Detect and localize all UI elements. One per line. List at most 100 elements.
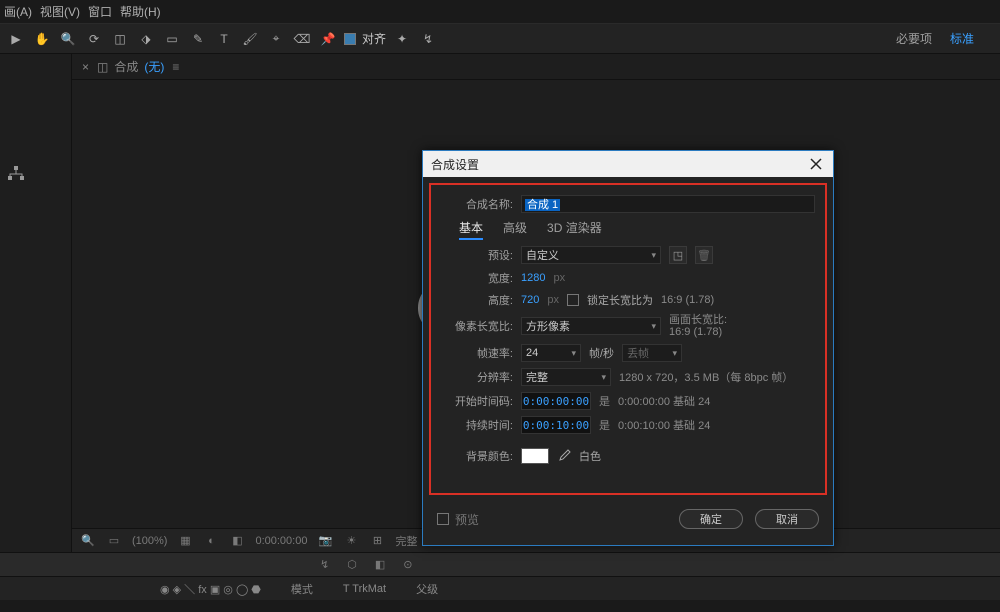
toolbar: ▶ ✋ 🔍 ⟳ ◫ ⬗ ▭ ✎ T 🖌 ⌖ ⌫ 📌 对齐 ✦ ↯ 必要项 标准 <box>0 24 1000 54</box>
composition-settings-dialog: 合成设置 合成名称: 合成 1 基本 高级 3D 渲染器 预设: <box>422 150 834 546</box>
tab-basic[interactable]: 基本 <box>459 219 483 240</box>
menu-help[interactable]: 帮助(H) <box>120 3 161 20</box>
tl-icon-3[interactable]: ◧ <box>375 558 385 571</box>
par-select[interactable]: 方形像素▾ <box>521 317 661 335</box>
zoom-value[interactable]: (100%) <box>132 535 167 547</box>
puppet-tool-icon[interactable]: 📌 <box>318 29 338 49</box>
alpha-icon[interactable]: ▦ <box>177 533 193 549</box>
left-panel <box>0 54 72 552</box>
width-input[interactable]: 1280 <box>521 272 545 284</box>
eyedropper-icon[interactable] <box>557 449 571 463</box>
tl-icon-1[interactable]: ↯ <box>320 558 329 571</box>
start-timecode-input[interactable]: 0:00:00:00 <box>521 392 591 410</box>
tab-menu-icon[interactable]: ≡ <box>172 60 179 74</box>
lock-aspect-label: 锁定长宽比为 <box>587 292 653 308</box>
dialog-tabs: 基本 高级 3D 渲染器 <box>459 219 815 240</box>
start-info-prefix: 是 <box>599 393 610 409</box>
start-label: 开始时间码: <box>441 393 513 409</box>
flowchart-icon[interactable] <box>8 166 24 182</box>
grid-icon[interactable]: ⊞ <box>369 533 385 549</box>
par-label: 像素长宽比: <box>441 318 513 334</box>
workspace-standard[interactable]: 标准 <box>950 30 974 47</box>
tool-extra-2-icon[interactable]: ↯ <box>418 29 438 49</box>
lock-aspect-checkbox[interactable] <box>567 294 579 306</box>
composition-tab: × ◫ 合成 (无) ≡ <box>72 54 1000 80</box>
brush-tool-icon[interactable]: 🖌 <box>240 29 260 49</box>
duration-info-prefix: 是 <box>599 417 610 433</box>
fps-select[interactable]: 24▾ <box>521 344 581 362</box>
magnify-icon[interactable]: 🔍 <box>80 533 96 549</box>
hand-tool-icon[interactable]: ✋ <box>32 29 52 49</box>
preset-label: 预设: <box>441 247 513 263</box>
preview-label: 预览 <box>455 511 479 528</box>
bgcolor-label: 背景颜色: <box>441 448 513 464</box>
mask-icon[interactable]: ◐ <box>203 533 219 549</box>
shape-tool-icon[interactable]: ▭ <box>162 29 182 49</box>
monitor-icon[interactable]: ▭ <box>106 533 122 549</box>
col-switches: ◉ ◈ ＼ fx ▣ ◎ ◯ ⬣ <box>160 581 261 597</box>
preset-save-button[interactable]: ◳ <box>669 246 687 264</box>
tab-icon: ◫ <box>97 60 108 74</box>
bgcolor-name: 白色 <box>579 448 601 464</box>
dialog-titlebar: 合成设置 <box>423 151 833 177</box>
eraser-tool-icon[interactable]: ⌫ <box>292 29 312 49</box>
screen-aspect-value: 16:9 (1.78) <box>669 326 727 338</box>
menu-window[interactable]: 窗口 <box>88 3 112 20</box>
cancel-button[interactable]: 取消 <box>755 509 819 529</box>
preset-select[interactable]: 自定义▾ <box>521 246 661 264</box>
resolution-info: 1280 x 720，3.5 MB（每 8bpc 帧） <box>619 369 793 385</box>
dialog-title-text: 合成设置 <box>431 156 479 173</box>
exposure-icon[interactable]: ☀ <box>343 533 359 549</box>
pen-tool-icon[interactable]: ✎ <box>188 29 208 49</box>
preview-checkbox[interactable] <box>437 513 449 525</box>
height-label: 高度: <box>441 292 513 308</box>
comp-name-label: 合成名称: <box>441 196 513 212</box>
clone-tool-icon[interactable]: ⌖ <box>266 29 286 49</box>
dialog-footer: 预览 确定 取消 <box>423 501 833 537</box>
height-unit: px <box>547 294 559 306</box>
text-tool-icon[interactable]: T <box>214 29 234 49</box>
bgcolor-swatch[interactable] <box>521 448 549 464</box>
ok-button[interactable]: 确定 <box>679 509 743 529</box>
snapshot-icon[interactable]: 📷 <box>317 533 333 549</box>
tab-3d-renderer[interactable]: 3D 渲染器 <box>547 219 602 240</box>
channel-icon[interactable]: ◧ <box>229 533 245 549</box>
pan-behind-tool-icon[interactable]: ⬗ <box>136 29 156 49</box>
dialog-close-icon[interactable] <box>807 155 825 173</box>
tl-icon-2[interactable]: ⬡ <box>347 558 357 571</box>
col-parent[interactable]: 父级 <box>416 581 438 597</box>
menu-view[interactable]: 视图(V) <box>40 3 80 20</box>
width-label: 宽度: <box>441 270 513 286</box>
col-mode[interactable]: 模式 <box>291 581 313 597</box>
tab-close-icon[interactable]: × <box>82 60 89 74</box>
resolution-label: 分辨率: <box>441 369 513 385</box>
resolution-select[interactable]: 完整▾ <box>521 368 611 386</box>
snap-checkbox[interactable] <box>344 33 356 45</box>
workspace-essentials[interactable]: 必要项 <box>896 30 932 47</box>
fps-unit: 帧/秒 <box>589 345 614 361</box>
col-trkmat[interactable]: T TrkMat <box>343 583 386 595</box>
current-time[interactable]: 0:00:00:00 <box>255 535 307 547</box>
width-unit: px <box>553 272 565 284</box>
screen-aspect-label: 画面长宽比: <box>669 314 727 326</box>
timeline-column-header: ◉ ◈ ＼ fx ▣ ◎ ◯ ⬣ 模式 T TrkMat 父级 <box>0 576 1000 600</box>
height-input[interactable]: 720 <box>521 294 539 306</box>
resolution-display[interactable]: 完整 <box>395 533 417 549</box>
tl-icon-4[interactable]: ⊙ <box>403 558 412 571</box>
selection-tool-icon[interactable]: ▶ <box>6 29 26 49</box>
menu-animation[interactable]: 画(A) <box>4 3 32 20</box>
menubar: 画(A) 视图(V) 窗口 帮助(H) <box>0 0 1000 24</box>
zoom-tool-icon[interactable]: 🔍 <box>58 29 78 49</box>
rotate-tool-icon[interactable]: ⟳ <box>84 29 104 49</box>
fps-drop-select: 丢帧▾ <box>622 344 682 362</box>
camera-tool-icon[interactable]: ◫ <box>110 29 130 49</box>
preset-delete-button[interactable]: 🗑 <box>695 246 713 264</box>
snap-label: 对齐 <box>362 30 386 47</box>
tab-advanced[interactable]: 高级 <box>503 219 527 240</box>
start-info: 0:00:00:00 基础 24 <box>618 393 710 409</box>
duration-input[interactable]: 0:00:10:00 <box>521 416 591 434</box>
chevron-down-icon: ▾ <box>651 321 656 332</box>
tool-extra-1-icon[interactable]: ✦ <box>392 29 412 49</box>
tab-comp-none[interactable]: (无) <box>144 58 164 75</box>
comp-name-input[interactable]: 合成 1 <box>521 195 815 213</box>
